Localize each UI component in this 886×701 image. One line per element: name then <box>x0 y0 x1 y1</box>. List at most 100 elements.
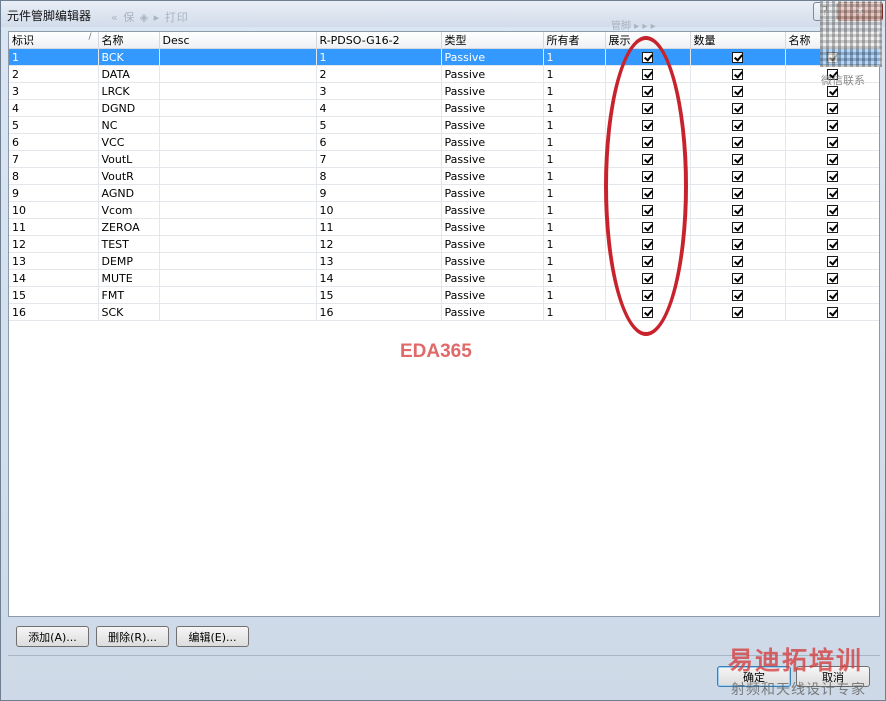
name-checkbox[interactable] <box>826 120 838 131</box>
pin-id-cell[interactable]: 12 <box>9 235 99 253</box>
table-row[interactable]: 5 NC 5 Passive 1 <box>9 116 879 134</box>
pin-desc-cell[interactable] <box>159 133 317 151</box>
pin-type-cell[interactable]: Passive <box>441 184 544 202</box>
pin-type-cell[interactable]: Passive <box>441 201 544 219</box>
pin-desc-cell[interactable] <box>159 269 317 287</box>
table-row[interactable]: 13 DEMP 13 Passive 1 <box>9 252 879 270</box>
number-checkbox[interactable] <box>732 86 743 97</box>
pin-name-cell[interactable]: DEMP <box>98 252 160 270</box>
number-checkbox[interactable] <box>732 69 743 80</box>
pin-name-cell[interactable]: Vcom <box>98 201 160 219</box>
pin-id-cell[interactable]: 7 <box>9 150 99 168</box>
remove-button[interactable]: 删除(R)... <box>96 626 169 647</box>
table-row[interactable]: 1 BCK 1 Passive 1 <box>9 48 879 66</box>
show-checkbox[interactable] <box>642 188 653 199</box>
pin-id-cell[interactable]: 4 <box>9 99 99 117</box>
name-checkbox[interactable] <box>826 239 838 250</box>
pin-name-cell[interactable]: VoutR <box>98 167 160 185</box>
pin-desc-cell[interactable] <box>159 286 317 304</box>
pin-name-cell[interactable]: SCK <box>98 303 160 321</box>
pin-number-cell[interactable]: 14 <box>316 269 442 287</box>
pin-desc-cell[interactable] <box>159 201 317 219</box>
pin-type-cell[interactable]: Passive <box>441 252 544 270</box>
pin-desc-cell[interactable] <box>159 65 317 83</box>
show-checkbox[interactable] <box>642 120 653 131</box>
pin-number-cell[interactable]: 2 <box>316 65 442 83</box>
name-checkbox[interactable] <box>826 222 838 233</box>
title-bar[interactable]: 元件管脚编辑器 « 保 ◈ ▸ 打印 管脚 ▸ ▸ ▸ ? ✕ <box>1 1 885 32</box>
pin-id-cell[interactable]: 2 <box>9 65 99 83</box>
number-checkbox[interactable] <box>732 222 743 233</box>
number-checkbox[interactable] <box>732 171 743 182</box>
number-checkbox[interactable] <box>732 52 743 63</box>
show-checkbox[interactable] <box>642 273 653 284</box>
pin-owner-cell[interactable]: 1 <box>543 269 606 287</box>
number-checkbox[interactable] <box>732 307 743 318</box>
pin-name-cell[interactable]: MUTE <box>98 269 160 287</box>
pin-owner-cell[interactable]: 1 <box>543 116 606 134</box>
show-checkbox[interactable] <box>642 86 653 97</box>
name-checkbox[interactable] <box>826 188 838 199</box>
pin-number-cell[interactable]: 3 <box>316 82 442 100</box>
pin-name-cell[interactable]: ZEROA <box>98 218 160 236</box>
pin-owner-cell[interactable]: 1 <box>543 235 606 253</box>
show-checkbox[interactable] <box>642 205 653 216</box>
table-row[interactable]: 7 VoutL 7 Passive 1 <box>9 150 879 168</box>
name-checkbox[interactable] <box>826 256 838 267</box>
pin-name-cell[interactable]: DGND <box>98 99 160 117</box>
pin-type-cell[interactable]: Passive <box>441 133 544 151</box>
pin-owner-cell[interactable]: 1 <box>543 99 606 117</box>
pin-type-cell[interactable]: Passive <box>441 65 544 83</box>
pin-id-cell[interactable]: 1 <box>9 48 99 66</box>
pin-type-cell[interactable]: Passive <box>441 286 544 304</box>
pin-id-cell[interactable]: 9 <box>9 184 99 202</box>
edit-button[interactable]: 编辑(E)... <box>176 626 249 647</box>
pin-name-cell[interactable]: DATA <box>98 65 160 83</box>
table-row[interactable]: 15 FMT 15 Passive 1 <box>9 286 879 304</box>
pin-type-cell[interactable]: Passive <box>441 235 544 253</box>
column-header[interactable]: R-PDSO-G16-2 <box>316 32 442 49</box>
table-row[interactable]: 3 LRCK 3 Passive 1 <box>9 82 879 100</box>
pin-number-cell[interactable]: 8 <box>316 167 442 185</box>
pin-owner-cell[interactable]: 1 <box>543 133 606 151</box>
pin-number-cell[interactable]: 12 <box>316 235 442 253</box>
name-checkbox[interactable] <box>826 290 838 301</box>
pin-number-cell[interactable]: 11 <box>316 218 442 236</box>
pin-id-cell[interactable]: 13 <box>9 252 99 270</box>
show-checkbox[interactable] <box>642 137 653 148</box>
pin-owner-cell[interactable]: 1 <box>543 303 606 321</box>
pin-name-cell[interactable]: LRCK <box>98 82 160 100</box>
pin-name-cell[interactable]: VCC <box>98 133 160 151</box>
number-checkbox[interactable] <box>732 256 743 267</box>
pin-id-cell[interactable]: 14 <box>9 269 99 287</box>
pin-number-cell[interactable]: 1 <box>316 48 442 66</box>
name-checkbox[interactable] <box>826 103 838 114</box>
pin-owner-cell[interactable]: 1 <box>543 167 606 185</box>
pin-desc-cell[interactable] <box>159 167 317 185</box>
show-checkbox[interactable] <box>642 69 653 80</box>
pin-owner-cell[interactable]: 1 <box>543 286 606 304</box>
number-checkbox[interactable] <box>732 137 743 148</box>
pin-id-cell[interactable]: 16 <box>9 303 99 321</box>
pin-desc-cell[interactable] <box>159 116 317 134</box>
pin-desc-cell[interactable] <box>159 184 317 202</box>
pin-id-cell[interactable]: 15 <box>9 286 99 304</box>
number-checkbox[interactable] <box>732 103 743 114</box>
pin-type-cell[interactable]: Passive <box>441 150 544 168</box>
pin-type-cell[interactable]: Passive <box>441 82 544 100</box>
pin-desc-cell[interactable] <box>159 303 317 321</box>
pin-name-cell[interactable]: VoutL <box>98 150 160 168</box>
pin-id-cell[interactable]: 3 <box>9 82 99 100</box>
table-row[interactable]: 11 ZEROA 11 Passive 1 <box>9 218 879 236</box>
name-checkbox[interactable] <box>826 154 838 165</box>
pin-number-cell[interactable]: 4 <box>316 99 442 117</box>
pin-type-cell[interactable]: Passive <box>441 303 544 321</box>
show-checkbox[interactable] <box>642 290 653 301</box>
pin-owner-cell[interactable]: 1 <box>543 150 606 168</box>
pin-type-cell[interactable]: Passive <box>441 116 544 134</box>
name-checkbox[interactable] <box>826 205 838 216</box>
number-checkbox[interactable] <box>732 239 743 250</box>
pin-desc-cell[interactable] <box>159 99 317 117</box>
name-checkbox[interactable] <box>826 137 838 148</box>
number-checkbox[interactable] <box>732 120 743 131</box>
